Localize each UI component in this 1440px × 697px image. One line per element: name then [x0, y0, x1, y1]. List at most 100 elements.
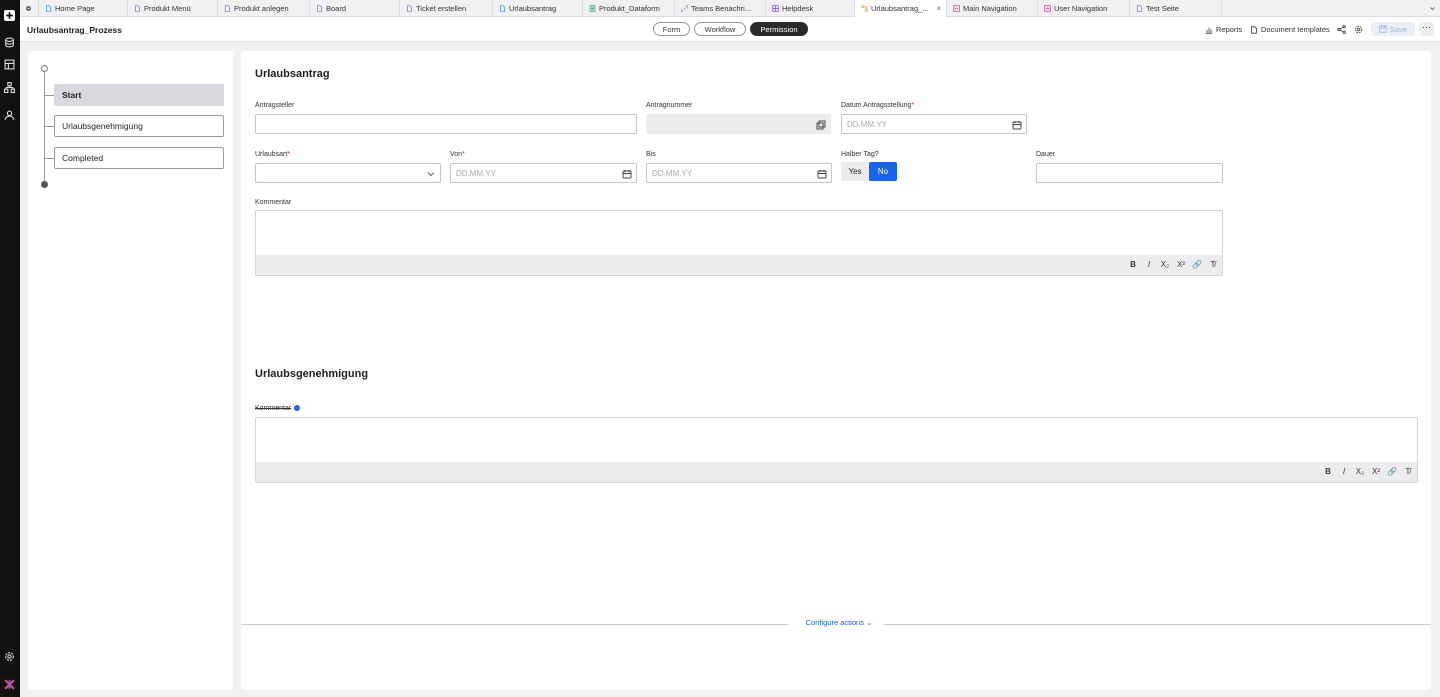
- reports-icon: [1205, 27, 1213, 34]
- mode-workflow-button[interactable]: Workflow: [694, 22, 746, 36]
- tab-label: Produkt Menü: [144, 4, 191, 13]
- tab-item[interactable]: Urlaubsantrag_... ×: [855, 0, 947, 17]
- home-tab[interactable]: [20, 0, 39, 17]
- tab-item[interactable]: Board: [310, 0, 400, 17]
- urlaubsart-label-text: Urlaubsart: [255, 151, 288, 158]
- tab-item[interactable]: Main Navigation: [947, 0, 1038, 17]
- subscript-icon[interactable]: X₂: [1355, 467, 1365, 476]
- database-icon[interactable]: [4, 37, 15, 48]
- tab-label: Main Navigation: [963, 4, 1017, 13]
- von-label: Von*: [450, 151, 465, 158]
- bis-placeholder: DD.MM.YY: [652, 168, 692, 178]
- end-node: [41, 181, 48, 188]
- italic-icon[interactable]: I: [1339, 467, 1349, 476]
- clear-format-icon[interactable]: T̸: [1403, 467, 1413, 476]
- board-icon: [772, 5, 779, 12]
- copy-icon[interactable]: [816, 120, 826, 130]
- connector-stub: [45, 95, 54, 96]
- mode-form-button[interactable]: Form: [653, 22, 690, 36]
- dataform-icon: [589, 5, 596, 12]
- halber-tag-yes[interactable]: Yes: [841, 162, 869, 181]
- step-urlaubsgenehmigung[interactable]: Urlaubsgenehmigung: [54, 115, 224, 137]
- dauer-field[interactable]: [1036, 163, 1223, 183]
- tab-overflow-button[interactable]: [1423, 0, 1440, 17]
- halber-tag-no[interactable]: No: [869, 162, 897, 181]
- close-icon[interactable]: ×: [936, 4, 941, 13]
- bis-field[interactable]: DD.MM.YY: [646, 163, 832, 183]
- tab-item[interactable]: Urlaubsantrag: [493, 0, 583, 17]
- tab-item[interactable]: Teams Benachri...: [675, 0, 766, 17]
- connector-stub: [45, 158, 54, 159]
- bis-label: Bis: [646, 151, 656, 158]
- tab-label: Ticket erstellen: [416, 4, 467, 13]
- tab-label: Urlaubsantrag: [509, 4, 557, 13]
- superscript-icon[interactable]: X²: [1176, 260, 1186, 269]
- tab-item[interactable]: Produkt_Dataform: [583, 0, 675, 17]
- tab-item[interactable]: Produkt anlegen: [218, 0, 310, 17]
- step-completed[interactable]: Completed: [54, 147, 224, 169]
- connector-stub: [45, 126, 54, 127]
- von-field[interactable]: DD.MM.YY: [450, 163, 637, 183]
- datum-label: Datum Antragsstellung*: [841, 102, 914, 109]
- bold-icon[interactable]: B: [1323, 467, 1333, 476]
- document-templates-label: Document templates: [1261, 25, 1330, 34]
- tab-bar: Home Page Produkt Menü Produkt anlegen Boar…: [20, 0, 1440, 17]
- users-icon[interactable]: [4, 110, 15, 121]
- save-button[interactable]: Save: [1371, 22, 1415, 36]
- urlaubsart-select[interactable]: [255, 163, 441, 183]
- add-icon[interactable]: [4, 10, 15, 21]
- page-icon: [45, 5, 52, 12]
- document-templates-button[interactable]: Document templates: [1250, 25, 1330, 34]
- link-icon[interactable]: 🔗: [1387, 467, 1397, 476]
- tab-label: Urlaubsantrag_...: [871, 4, 929, 13]
- section-urlaubsantrag-title: Urlaubsantrag: [255, 68, 330, 80]
- share-icon[interactable]: [1337, 25, 1346, 34]
- link-icon[interactable]: 🔗: [1192, 260, 1202, 269]
- tab-label: Home Page: [55, 4, 95, 13]
- antragsteller-field[interactable]: [255, 114, 637, 134]
- reports-button[interactable]: Reports: [1205, 25, 1242, 34]
- more-options-button[interactable]: ···: [1419, 22, 1434, 36]
- bold-icon[interactable]: B: [1128, 260, 1138, 269]
- kommentar-label: Kommentar: [255, 199, 292, 206]
- calendar-icon[interactable]: [1012, 120, 1022, 130]
- kommentar-2-label-text: Kommentar: [255, 405, 292, 412]
- workflow-icon[interactable]: [4, 82, 15, 93]
- superscript-icon[interactable]: X²: [1371, 467, 1381, 476]
- configure-actions-button[interactable]: Configure actions ⌄: [794, 618, 884, 627]
- logo-icon: [4, 679, 15, 690]
- page-title: Urlaubsantrag_Prozess: [27, 25, 122, 35]
- clear-format-icon[interactable]: T̸: [1208, 260, 1218, 269]
- editor-toolbar: B I X₂ X² 🔗 T̸: [256, 255, 1222, 275]
- layout-icon[interactable]: [4, 59, 15, 70]
- datum-field[interactable]: DD.MM.YY: [841, 114, 1027, 134]
- tab-item[interactable]: User Navigation: [1038, 0, 1130, 17]
- page-icon: [406, 5, 413, 12]
- tab-item[interactable]: Test Seite: [1130, 0, 1222, 17]
- divider: [241, 624, 788, 625]
- italic-icon[interactable]: I: [1144, 260, 1154, 269]
- subscript-icon[interactable]: X₂: [1160, 260, 1170, 269]
- required-marker: *: [287, 151, 291, 158]
- calendar-icon[interactable]: [817, 169, 827, 179]
- calendar-icon[interactable]: [622, 169, 632, 179]
- tab-item[interactable]: Ticket erstellen: [400, 0, 493, 17]
- dauer-label: Dauer: [1036, 151, 1056, 158]
- tab-item[interactable]: Produkt Menü: [128, 0, 218, 17]
- settings-icon[interactable]: [4, 651, 15, 662]
- tab-label: Helpdesk: [782, 4, 814, 13]
- step-start[interactable]: Start: [54, 84, 224, 106]
- page-icon: [499, 5, 506, 12]
- configure-actions-label: Configure actions: [805, 618, 864, 627]
- datum-label-text: Datum Antragsstellung: [841, 102, 912, 109]
- datum-placeholder: DD.MM.YY: [847, 119, 887, 129]
- kommentar-2-editor[interactable]: B I X₂ X² 🔗 T̸: [255, 417, 1418, 483]
- chevron-down-icon: [1429, 5, 1436, 12]
- tab-item[interactable]: Home Page: [39, 0, 128, 17]
- settings-gear-icon[interactable]: [1354, 25, 1363, 34]
- form-canvas: Urlaubsantrag Antragsteller Antragnummer…: [241, 51, 1431, 690]
- tab-item[interactable]: Helpdesk: [766, 0, 855, 17]
- mode-permission-button[interactable]: Permission: [750, 22, 808, 36]
- kommentar-editor[interactable]: B I X₂ X² 🔗 T̸: [255, 210, 1223, 276]
- tab-label: Produkt anlegen: [234, 4, 289, 13]
